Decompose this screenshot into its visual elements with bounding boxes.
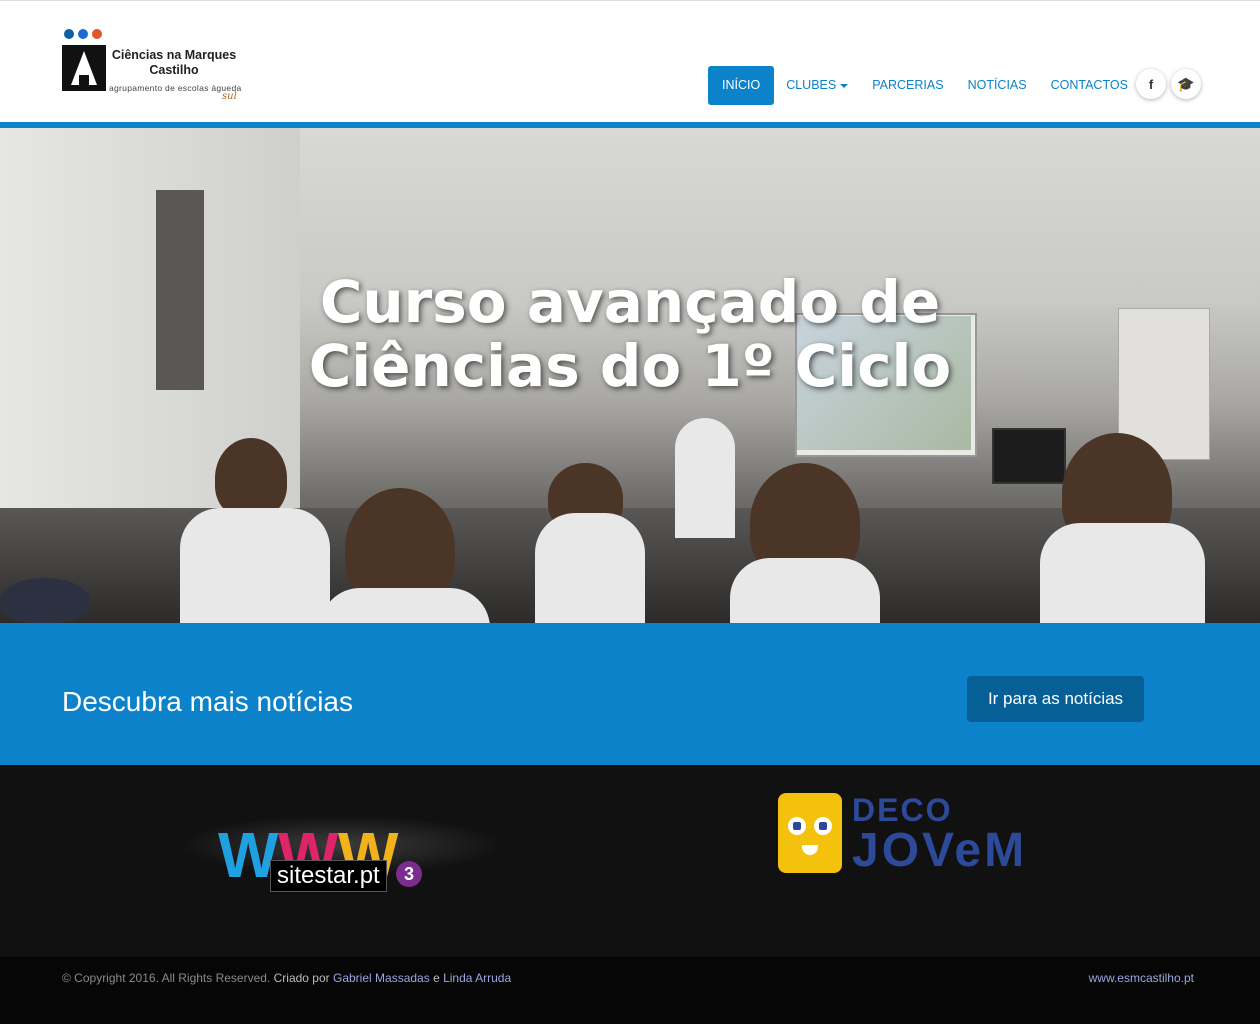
- main-nav: INÍCIO CLUBES PARCERIAS NOTÍCIAS CONTACT…: [708, 66, 1140, 105]
- go-to-news-button[interactable]: Ir para as notícias: [967, 676, 1144, 722]
- hero-title: Curso avançado de Ciências do 1º Ciclo: [0, 270, 1260, 398]
- site-url-link[interactable]: www.esmcastilho.pt: [1089, 971, 1194, 985]
- nav-item-label: CLUBES: [786, 78, 837, 92]
- deco-face-icon: [778, 793, 842, 873]
- logo-a-icon: [62, 45, 106, 91]
- nav-item-noticias[interactable]: NOTÍCIAS: [956, 66, 1039, 105]
- hero-photo-teacher: [675, 418, 735, 538]
- nav-item-parcerias[interactable]: PARCERIAS: [860, 66, 955, 105]
- logo-dot-icon: [92, 29, 102, 39]
- nav-item-inicio[interactable]: INÍCIO: [708, 66, 775, 105]
- created-by-text: Criado por: [273, 971, 330, 985]
- sitestar-number: 3: [396, 861, 422, 887]
- footer-credits: © Copyright 2016. All Rights Reserved. C…: [62, 971, 511, 985]
- hero-photo-student-coat: [180, 508, 330, 623]
- news-cta-section: Descubra mais notícias Ir para as notíci…: [0, 623, 1260, 765]
- site-logo[interactable]: Ciências na Marques Castilho agrupamento…: [62, 29, 262, 105]
- caret-down-icon: [840, 83, 849, 88]
- hero-photo-student-coat: [730, 558, 880, 623]
- graduation-cap-icon[interactable]: 🎓: [1171, 69, 1201, 99]
- site-footer: © Copyright 2016. All Rights Reserved. C…: [0, 957, 1260, 1024]
- logo-title: Ciências na Marques Castilho: [111, 48, 237, 77]
- deco-jovem-logo[interactable]: DECO JOVeM: [778, 793, 1078, 883]
- author-link-gabriel[interactable]: Gabriel Massadas: [333, 971, 430, 985]
- facebook-icon[interactable]: f: [1136, 69, 1166, 99]
- hero-title-line: Curso avançado de: [319, 268, 941, 336]
- hero-photo-student-coat: [320, 588, 490, 623]
- hero-title-line: Ciências do 1º Ciclo: [308, 332, 952, 400]
- hero-photo-student: [0, 578, 90, 623]
- cta-text: Descubra mais notícias: [62, 686, 354, 717]
- logo-dot-icon: [64, 29, 74, 39]
- sitestar-w-icon: W: [218, 819, 278, 891]
- nav-item-clubes[interactable]: CLUBES: [774, 66, 860, 105]
- logo-swash: sul: [222, 91, 237, 102]
- site-header: Ciências na Marques Castilho agrupamento…: [0, 0, 1260, 123]
- hero-banner: Curso avançado de Ciências do 1º Ciclo: [0, 128, 1260, 623]
- deco-top-text: DECO: [852, 792, 953, 828]
- hero-photo-monitor: [992, 428, 1066, 484]
- logo-dots: [64, 29, 102, 39]
- hero-photo-student-coat: [535, 513, 645, 623]
- sitestar-logo[interactable]: W W W sitestar.pt 3: [178, 793, 504, 913]
- and-text: e: [433, 971, 440, 985]
- partners-section: W W W sitestar.pt 3 DECO JOVeM: [0, 765, 1260, 957]
- sitestar-label: sitestar.pt: [270, 860, 387, 892]
- hero-photo-student-coat: [1040, 523, 1205, 623]
- author-link-linda[interactable]: Linda Arruda: [443, 971, 511, 985]
- hero-photo-student: [215, 438, 287, 518]
- nav-item-contactos[interactable]: CONTACTOS: [1039, 66, 1140, 105]
- logo-dot-icon: [78, 29, 88, 39]
- copyright-text: © Copyright 2016. All Rights Reserved.: [62, 971, 271, 985]
- deco-bottom-text: JOVeM: [852, 824, 1028, 877]
